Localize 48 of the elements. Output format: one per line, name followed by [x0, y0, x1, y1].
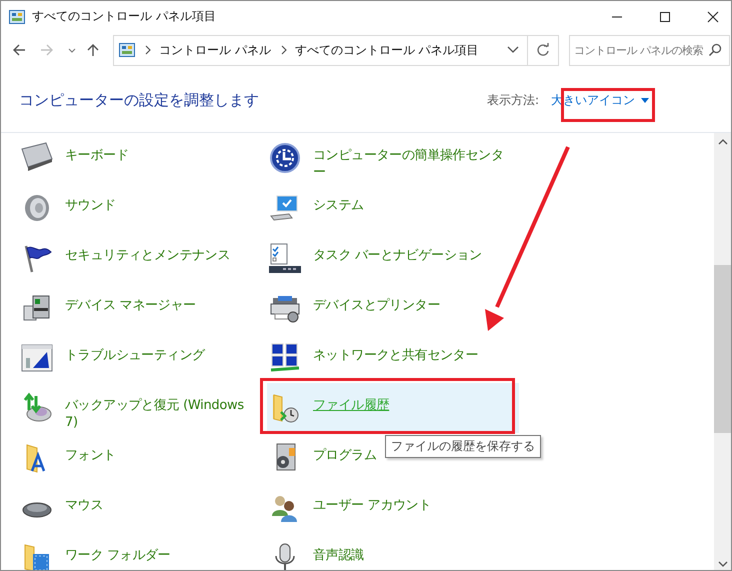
- control-panel-item[interactable]: タスク バーとナビゲーション: [267, 233, 519, 283]
- close-icon[interactable]: [707, 10, 719, 22]
- control-panel-item[interactable]: フォント: [19, 433, 259, 483]
- backup-disc-icon: [21, 392, 53, 424]
- scrollbar[interactable]: [714, 133, 731, 570]
- control-panel-item[interactable]: ネットワークと共有センター: [267, 333, 519, 383]
- scroll-up-icon[interactable]: [718, 139, 728, 145]
- accessibility-icon: [269, 142, 301, 174]
- control-panel-item[interactable]: サウンド: [19, 183, 259, 233]
- refresh-button[interactable]: [528, 34, 559, 66]
- troubleshoot-window-icon: [21, 342, 53, 374]
- control-panel-item[interactable]: キーボード: [19, 133, 259, 183]
- keyboard-icon: [21, 142, 53, 174]
- scroll-thumb[interactable]: [714, 265, 731, 433]
- breadcrumb[interactable]: コントロール パネル: [159, 42, 271, 58]
- chevron-right-icon[interactable]: [145, 45, 151, 55]
- search-field[interactable]: コントロール パネルの検索: [569, 34, 730, 66]
- control-panel-icon: [9, 10, 25, 24]
- control-panel-item[interactable]: デバイスとプリンター: [267, 283, 519, 333]
- scroll-down-icon[interactable]: [718, 561, 728, 567]
- search-icon: [708, 42, 722, 56]
- back-arrow-icon[interactable]: [11, 42, 27, 58]
- control-panel-item[interactable]: ユーザー アカウント: [267, 483, 519, 533]
- view-label: 表示方法:: [486, 92, 539, 108]
- control-panel-item[interactable]: ファイル履歴: [267, 383, 519, 433]
- control-panel-item[interactable]: セキュリティとメンテナンス: [19, 233, 259, 283]
- control-panel-icon: [119, 43, 135, 57]
- chevron-right-icon[interactable]: [280, 45, 287, 55]
- tooltip: ファイルの履歴を保存する: [385, 435, 541, 458]
- chevron-down-icon[interactable]: [507, 46, 519, 54]
- network-icon: [269, 342, 301, 374]
- control-panel-item[interactable]: デバイス マネージャー: [19, 283, 259, 333]
- control-panel-item[interactable]: システム: [267, 183, 519, 233]
- up-arrow-icon[interactable]: [85, 42, 101, 58]
- breadcrumb[interactable]: すべてのコントロール パネル項目: [294, 42, 479, 58]
- page-heading: コンピューターの設定を調整します: [19, 90, 259, 110]
- control-panel-item[interactable]: トラブルシューティング: [19, 333, 259, 383]
- window-title: すべてのコントロール パネル項目: [32, 8, 216, 25]
- control-panel-item[interactable]: バックアップと復元 (Windows 7): [19, 383, 259, 433]
- caret-icon: [641, 98, 649, 102]
- maximize-icon[interactable]: [659, 10, 671, 22]
- address-bar[interactable]: コントロール パネル すべてのコントロール パネル項目: [113, 34, 528, 66]
- control-panel-item[interactable]: 音声認識: [267, 533, 519, 570]
- refresh-icon: [536, 43, 550, 57]
- control-panel-item[interactable]: コンピューターの簡単操作センター: [267, 133, 519, 183]
- control-panel-item[interactable]: マウス: [19, 483, 259, 533]
- checklist-icon: [269, 242, 301, 274]
- control-panel-item[interactable]: ワーク フォルダー: [19, 533, 259, 570]
